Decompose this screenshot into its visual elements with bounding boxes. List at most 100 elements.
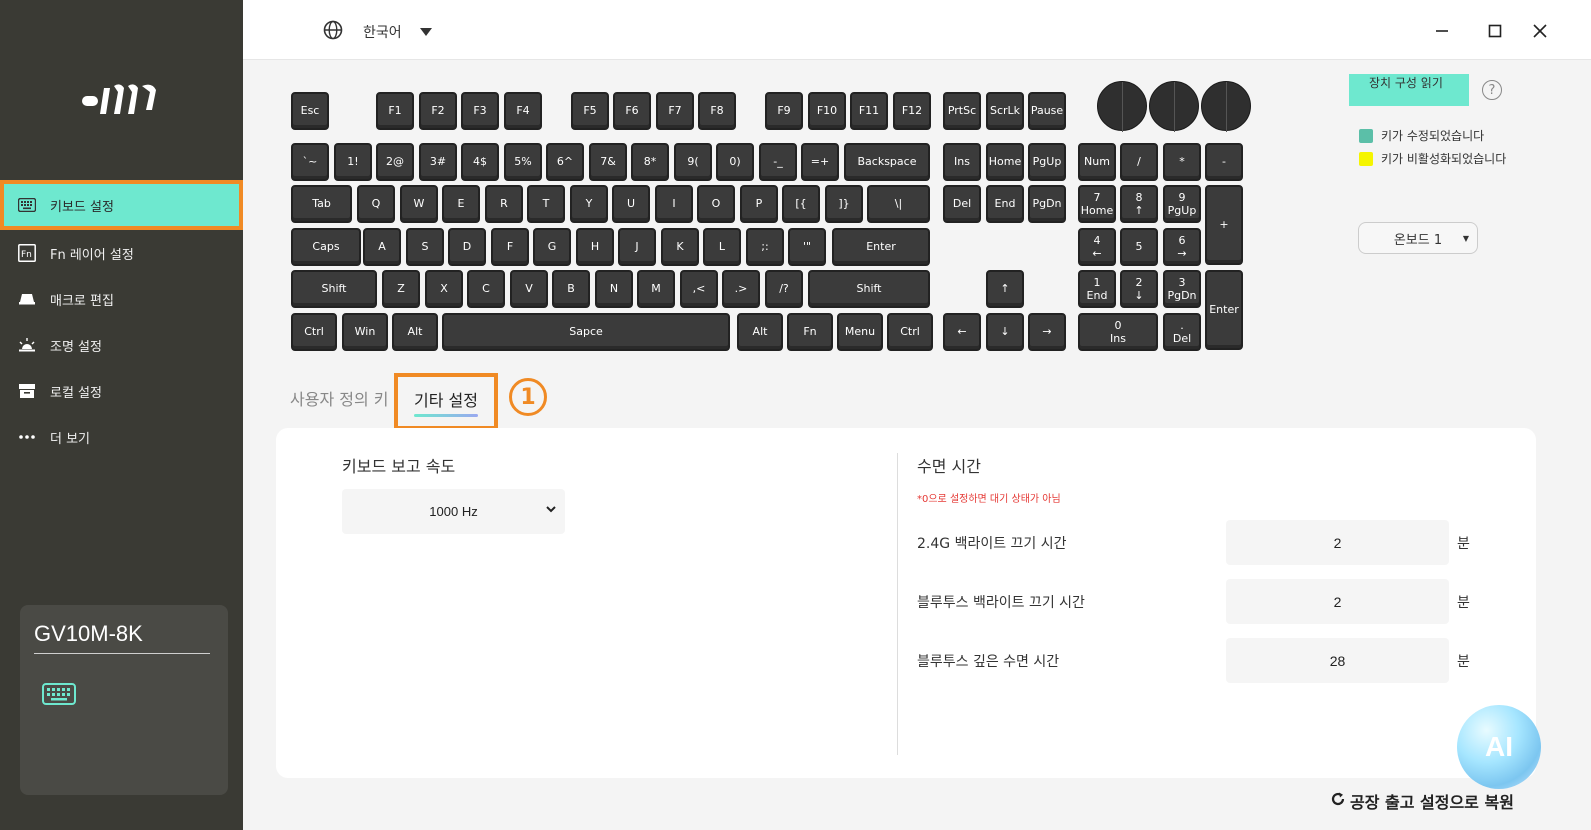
key[interactable]: 2 ↓ <box>1120 270 1158 308</box>
key[interactable]: J <box>618 228 656 266</box>
key[interactable]: ↑ <box>986 270 1024 308</box>
key[interactable]: M <box>637 270 675 308</box>
key[interactable]: Backspace <box>844 143 930 181</box>
key[interactable]: T <box>527 185 565 223</box>
key[interactable]: '" <box>788 228 826 266</box>
maximize-icon[interactable] <box>1484 20 1506 42</box>
key[interactable]: - <box>1205 143 1243 181</box>
key[interactable]: O <box>697 185 735 223</box>
report-rate-select[interactable]: 1000 Hz <box>342 489 565 534</box>
help-icon[interactable]: ? <box>1482 80 1502 100</box>
key[interactable]: Del <box>943 185 981 223</box>
backlight-24g-input[interactable]: 2 <box>1226 520 1449 565</box>
key[interactable]: K <box>661 228 699 266</box>
key[interactable]: I <box>655 185 693 223</box>
key[interactable]: =+ <box>801 143 839 181</box>
key[interactable]: [{ <box>782 185 820 223</box>
key[interactable]: 0 Ins <box>1078 313 1158 351</box>
key[interactable]: PgUp <box>1028 143 1066 181</box>
key[interactable]: Ins <box>943 143 981 181</box>
tab-user-keys[interactable]: 사용자 정의 키 <box>290 386 389 410</box>
key[interactable]: -_ <box>759 143 797 181</box>
key[interactable]: ScrLk <box>986 92 1024 130</box>
key[interactable]: Enter <box>832 228 930 266</box>
tab-other-settings[interactable]: 기타 설정 <box>394 373 498 430</box>
sidebar-item-keyboard-settings[interactable]: 키보드 설정 <box>0 180 243 230</box>
key[interactable]: ;: <box>746 228 784 266</box>
key[interactable]: PrtSc <box>943 92 981 130</box>
key[interactable]: Z <box>382 270 420 308</box>
bt-deep-sleep-input[interactable]: 28 <box>1226 638 1449 683</box>
key[interactable]: V <box>510 270 548 308</box>
key[interactable]: 5 <box>1120 228 1158 266</box>
key[interactable]: PgDn <box>1028 185 1066 223</box>
key[interactable]: 2@ <box>376 143 414 181</box>
key[interactable]: Sapce <box>442 313 730 351</box>
onboard-profile-select[interactable]: 온보드 1 ▼ <box>1358 222 1478 254</box>
key[interactable]: W <box>400 185 438 223</box>
key[interactable]: F4 <box>504 92 542 130</box>
sidebar-item-macro-edit[interactable]: 매크로 편집 <box>0 276 243 322</box>
key[interactable]: 9( <box>674 143 712 181</box>
key[interactable]: Shift <box>291 270 377 308</box>
device-card[interactable]: GV10M-8K <box>20 605 228 795</box>
key[interactable]: 4 ← <box>1078 228 1116 266</box>
key[interactable]: F3 <box>461 92 499 130</box>
key[interactable]: R <box>485 185 523 223</box>
key[interactable]: P <box>740 185 778 223</box>
key[interactable]: F8 <box>698 92 736 130</box>
key[interactable]: X <box>425 270 463 308</box>
key[interactable]: Alt <box>737 313 783 351</box>
key[interactable]: Num <box>1078 143 1116 181</box>
key[interactable]: N <box>595 270 633 308</box>
key[interactable]: G <box>533 228 571 266</box>
key[interactable]: .> <box>722 270 760 308</box>
key[interactable]: /? <box>765 270 803 308</box>
ai-assistant-button[interactable]: AI <box>1457 705 1541 789</box>
factory-reset-button[interactable]: 공장 출고 설정으로 복원 <box>1330 789 1514 813</box>
key[interactable]: Menu <box>837 313 883 351</box>
key[interactable]: → <box>1028 313 1066 351</box>
key[interactable]: S <box>406 228 444 266</box>
key[interactable]: 8 ↑ <box>1120 185 1158 223</box>
read-device-config-button[interactable]: 장치 구성 읽기 <box>1349 74 1469 106</box>
key[interactable]: End <box>986 185 1024 223</box>
key[interactable]: Ctrl <box>887 313 933 351</box>
key[interactable]: F10 <box>808 92 846 130</box>
key[interactable]: Q <box>357 185 395 223</box>
sidebar-item-local-settings[interactable]: 로컬 설정 <box>0 368 243 414</box>
key[interactable]: Caps <box>291 228 361 266</box>
key[interactable]: Esc <box>291 92 329 130</box>
knob-2[interactable] <box>1149 81 1199 132</box>
key[interactable]: Y <box>570 185 608 223</box>
key[interactable]: 1! <box>334 143 372 181</box>
key[interactable]: Home <box>986 143 1024 181</box>
key[interactable]: F9 <box>765 92 803 130</box>
key[interactable]: ,< <box>680 270 718 308</box>
key[interactable]: 9 PgUp <box>1163 185 1201 223</box>
sidebar-item-fn-layer[interactable]: Fn Fn 레이어 설정 <box>0 230 243 276</box>
key[interactable]: F <box>491 228 529 266</box>
key[interactable]: 1 End <box>1078 270 1116 308</box>
key[interactable]: Fn <box>787 313 833 351</box>
key[interactable]: 3 PgDn <box>1163 270 1201 308</box>
key[interactable]: H <box>576 228 614 266</box>
key[interactable]: ↓ <box>986 313 1024 351</box>
key[interactable]: ]} <box>825 185 863 223</box>
key[interactable]: + <box>1205 185 1243 265</box>
key[interactable]: ← <box>943 313 981 351</box>
key[interactable]: * <box>1163 143 1201 181</box>
key[interactable]: 4$ <box>461 143 499 181</box>
knob-3[interactable] <box>1201 81 1251 132</box>
knob-1[interactable] <box>1097 81 1147 132</box>
key[interactable]: F1 <box>376 92 414 130</box>
key[interactable]: `~ <box>291 143 329 181</box>
key[interactable]: Shift <box>808 270 930 308</box>
key[interactable]: B <box>552 270 590 308</box>
key[interactable]: A <box>363 228 401 266</box>
key[interactable]: . Del <box>1163 313 1201 351</box>
key[interactable]: 6 → <box>1163 228 1201 266</box>
key[interactable]: Tab <box>291 185 352 223</box>
key[interactable]: F7 <box>656 92 694 130</box>
sidebar-item-more[interactable]: 더 보기 <box>0 414 243 460</box>
